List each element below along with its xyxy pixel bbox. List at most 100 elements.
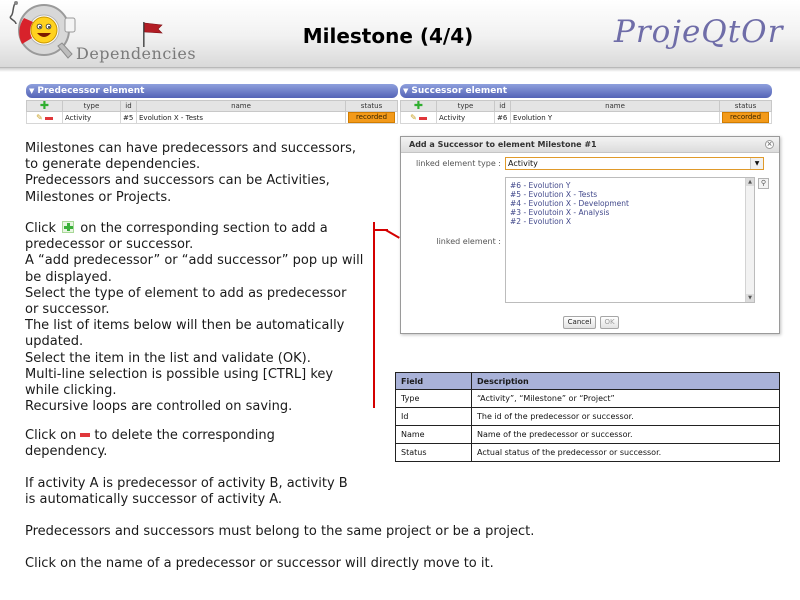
step-line: Select the item in the list and validate…	[25, 350, 311, 366]
predecessor-table: ✚ type id name status ✎ Activity #5 Evol…	[26, 100, 398, 124]
add-successor-cell[interactable]: ✚	[400, 99, 437, 112]
delete-line: dependency.	[25, 444, 108, 460]
step-line: predecessor or successor.	[25, 237, 194, 253]
rule-text: If activity A is predecessor of activity…	[25, 476, 348, 508]
list-item[interactable]: #2 - Evolution X	[510, 217, 754, 226]
element-label: linked element :	[436, 237, 501, 246]
collapse-caret-icon[interactable]: ▼	[403, 87, 408, 95]
list-item[interactable]: #3 - Evolutoin X - Analysis	[510, 208, 754, 217]
intro-text: Milestones can have predecessors and suc…	[25, 141, 356, 206]
cancel-button[interactable]: Cancel	[563, 316, 596, 329]
connector-line	[385, 229, 400, 239]
table-row: Name Name of the predecessor or successo…	[395, 425, 780, 444]
table-row: ✎ Activity #5 Evolution X - Tests record…	[26, 111, 398, 124]
row-id: #5	[120, 111, 137, 124]
step-line: Select the type of element to add as pre…	[25, 285, 347, 301]
field-description-table: Field Description Type “Activity”, “Mile…	[395, 372, 780, 462]
type-label: linked element type :	[415, 159, 501, 168]
col-status: status	[345, 100, 398, 112]
step-line: The list of items below will then be aut…	[25, 318, 345, 334]
edit-icon[interactable]: ✎	[36, 113, 43, 122]
list-scrollbar[interactable]: ▲ ▼	[745, 178, 754, 302]
delete-icon[interactable]	[44, 116, 53, 120]
click-add-line: Click on the corresponding section to ad…	[25, 221, 363, 237]
add-icon	[62, 221, 75, 233]
table-row: ✎ Activity #6 Evolution Y recorded	[400, 111, 772, 124]
step-line: while clicking.	[25, 383, 117, 399]
step-line: or successor.	[25, 302, 110, 318]
add-predecessor-cell[interactable]: ✚	[26, 99, 63, 112]
table-row: Id The id of the predecessor or successo…	[395, 407, 780, 426]
step-line: Recursive loops are controlled on saving…	[25, 399, 293, 415]
header-shadow	[0, 68, 800, 72]
row-name-link[interactable]: Evolution Y	[510, 111, 720, 124]
scroll-down-icon[interactable]: ▼	[746, 294, 754, 302]
delete-pre: Click on	[25, 428, 77, 443]
successor-section-header[interactable]: ▼ Successor element	[400, 84, 772, 98]
predecessor-section: ▼ Predecessor element ✚ type id name stat…	[26, 84, 398, 124]
description-cell: Actual status of the predecessor or succ…	[471, 443, 780, 462]
status-badge: recorded	[348, 112, 395, 123]
ok-button[interactable]: OK	[600, 316, 619, 329]
rule-line: is automatically successor of activity A…	[25, 492, 283, 508]
instructions-text: Click on the corresponding section to ad…	[25, 221, 363, 415]
intro-line: Predecessors and successors can be Activ…	[25, 173, 330, 189]
successor-section-title: Successor element	[411, 86, 508, 96]
col-type: type	[436, 100, 495, 112]
section-title: Dependencies	[76, 44, 197, 63]
page-title: Milestone (4/4)	[302, 24, 474, 48]
edit-icon[interactable]: ✎	[410, 113, 417, 122]
chevron-down-icon[interactable]: ▼	[750, 158, 763, 169]
list-item[interactable]: #4 - Evolution X - Development	[510, 199, 754, 208]
row-id: #6	[494, 111, 511, 124]
page-header: Dependencies Milestone (4/4) ProjeQtOr	[0, 0, 800, 68]
successor-table: ✚ type id name status ✎ Activity #6 Evol…	[400, 100, 772, 124]
click-post: on the corresponding section to add a	[80, 221, 328, 236]
delete-icon[interactable]	[418, 116, 427, 120]
search-icon[interactable]: ⚲	[758, 178, 769, 189]
col-type: type	[62, 100, 121, 112]
predecessor-section-header[interactable]: ▼ Predecessor element	[26, 84, 398, 98]
belong-text: Predecessors and successors must belong …	[25, 524, 535, 539]
intro-line: Milestones can have predecessors and suc…	[25, 141, 357, 156]
row-type: Activity	[436, 111, 495, 124]
field-cell: Type	[395, 389, 472, 408]
field-cell: Id	[395, 407, 472, 426]
col-name: name	[136, 100, 346, 112]
add-icon[interactable]: ✚	[414, 99, 423, 112]
list-item[interactable]: #6 - Evolution Y	[510, 181, 754, 190]
linked-element-list[interactable]: #6 - Evolution Y #5 - Evolution X - Test…	[505, 177, 755, 303]
step-line: Multi-line selection is possible using […	[25, 366, 334, 382]
scroll-up-icon[interactable]: ▲	[746, 178, 754, 186]
add-successor-dialog: Add a Successor to element Milestone #1 …	[400, 136, 780, 334]
intro-line: to generate dependencies.	[25, 157, 201, 173]
list-item[interactable]: #5 - Evolution X - Tests	[510, 190, 754, 199]
status-badge: recorded	[722, 112, 769, 123]
close-icon[interactable]: ×	[765, 140, 774, 149]
step-line: updated.	[25, 334, 84, 350]
col-id: id	[494, 100, 511, 112]
delete-icon	[80, 433, 91, 437]
flag-icon	[143, 22, 163, 47]
step-line: be displayed.	[25, 269, 112, 285]
col-field: Field	[395, 372, 472, 390]
table-row: Type “Activity”, “Milestone” or “Project…	[395, 389, 780, 408]
logo-icon	[9, 1, 76, 59]
connector-line	[373, 222, 375, 408]
step-line: A “add predecessor” or “add successor” p…	[25, 253, 364, 269]
collapse-caret-icon[interactable]: ▼	[29, 87, 34, 95]
col-name: name	[510, 100, 720, 112]
dialog-title-bar[interactable]: Add a Successor to element Milestone #1 …	[401, 137, 779, 153]
delete-post: to delete the corresponding	[94, 428, 275, 443]
field-cell: Status	[395, 443, 472, 462]
col-status: status	[719, 100, 772, 112]
element-type-select[interactable]: Activity ▼	[505, 157, 764, 170]
field-cell: Name	[395, 425, 472, 444]
dialog-title: Add a Successor to element Milestone #1	[409, 140, 597, 149]
row-type: Activity	[62, 111, 121, 124]
description-cell: “Activity”, “Milestone” or “Project”	[471, 389, 780, 408]
add-icon[interactable]: ✚	[40, 99, 49, 112]
brand-name: ProjeQtOr	[614, 14, 784, 50]
row-name-link[interactable]: Evolution X - Tests	[136, 111, 346, 124]
move-text: Click on the name of a predecessor or su…	[25, 556, 494, 571]
